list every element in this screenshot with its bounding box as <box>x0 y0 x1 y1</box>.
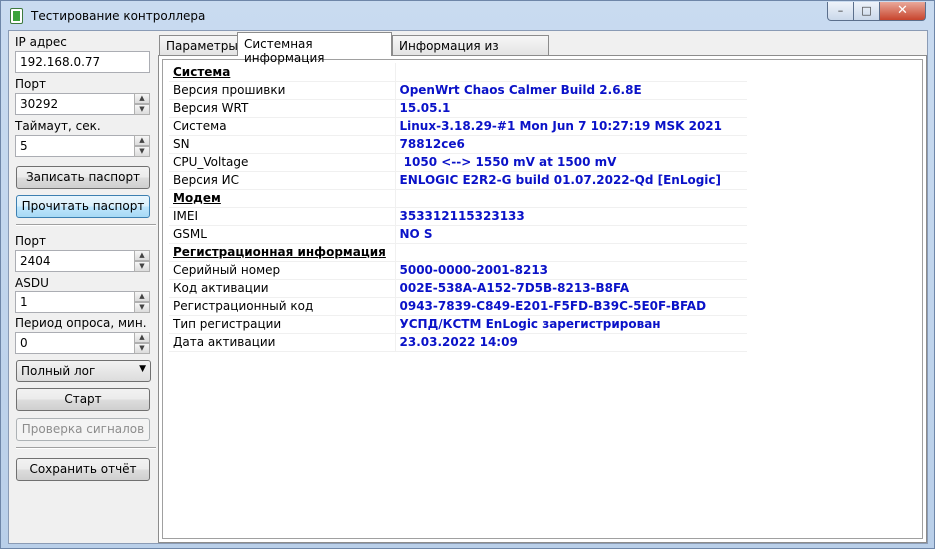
divider <box>16 224 156 226</box>
asdu-stepper[interactable]: ▲ ▼ <box>134 291 150 313</box>
row-key: Система <box>169 117 396 136</box>
minimize-button[interactable]: – <box>827 2 854 21</box>
up-arrow-icon[interactable]: ▲ <box>134 332 150 343</box>
log-level-value: Полный лог <box>21 364 96 378</box>
system-info-panel: Система Версия прошивки OpenWrt Chaos Cal… <box>158 55 927 543</box>
table-row[interactable]: Код активации 002E-538A-A152-7D5B-8213-B8… <box>169 279 747 298</box>
row-key: Код активации <box>169 279 396 298</box>
row-key: SN <box>169 135 396 154</box>
section-header: Модем <box>169 189 396 208</box>
close-button[interactable]: ✕ <box>879 2 926 21</box>
ip-label: IP адрес <box>15 35 67 49</box>
client-area: IP адрес 192.168.0.77 Порт 30292 ▲ ▼ Тайм… <box>8 30 928 544</box>
app-icon <box>10 8 23 24</box>
table-row[interactable]: Версия ИС ENLOGIC E2R2-G build 01.07.2022… <box>169 171 747 190</box>
divider <box>16 447 156 449</box>
row-key: GSML <box>169 225 396 244</box>
port2-input[interactable]: 2404 <box>15 250 135 272</box>
write-passport-button[interactable]: Записать паспорт <box>16 166 150 189</box>
asdu-label: ASDU <box>15 276 49 290</box>
table-row[interactable]: Версия WRT 15.05.1 <box>169 99 747 118</box>
row-value: 002E-538A-A152-7D5B-8213-B8FA <box>395 279 747 298</box>
port2-stepper[interactable]: ▲ ▼ <box>134 250 150 272</box>
row-key: Регистрационный код <box>169 297 396 316</box>
app-window: Тестирование контроллера – □ ✕ IP адрес … <box>0 0 935 549</box>
row-key: Версия прошивки <box>169 81 396 100</box>
table-row: Регистрационная информация <box>169 243 747 262</box>
up-arrow-icon[interactable]: ▲ <box>134 93 150 104</box>
row-value: 5000-0000-2001-8213 <box>395 261 747 280</box>
row-key: Серийный номер <box>169 261 396 280</box>
row-value: NO S <box>395 225 747 244</box>
port-input[interactable]: 30292 <box>15 93 135 115</box>
table-row[interactable]: Система Linux-3.18.29-#1 Mon Jun 7 10:27:… <box>169 117 747 136</box>
down-arrow-icon[interactable]: ▼ <box>134 302 150 313</box>
row-value: 23.03.2022 14:09 <box>395 333 747 352</box>
window-title: Тестирование контроллера <box>31 9 206 23</box>
save-report-button[interactable]: Сохранить отчёт <box>16 458 150 481</box>
port-label: Порт <box>15 77 46 91</box>
start-button[interactable]: Старт <box>16 388 150 411</box>
row-value: Linux-3.18.29-#1 Mon Jun 7 10:27:19 MSK … <box>395 117 747 136</box>
table-row[interactable]: SN 78812ce6 <box>169 135 747 154</box>
table-row[interactable]: Версия прошивки OpenWrt Chaos Calmer Buil… <box>169 81 747 100</box>
title-bar[interactable]: Тестирование контроллера – □ ✕ <box>1 1 934 31</box>
port2-label: Порт <box>15 234 46 248</box>
row-key: CPU_Voltage <box>169 153 396 172</box>
row-key: Тип регистрации <box>169 315 396 334</box>
ip-input[interactable]: 192.168.0.77 <box>15 51 150 73</box>
tab-passport-info[interactable]: Информация из паспорта <box>392 35 549 67</box>
check-signals-button[interactable]: Проверка сигналов <box>16 418 150 441</box>
row-value: 353312115323133 <box>395 207 747 226</box>
tab-system-info[interactable]: Системная информация <box>237 32 392 65</box>
chevron-down-icon[interactable]: ▼ <box>139 364 146 374</box>
period-label: Период опроса, мин. <box>15 316 147 330</box>
up-arrow-icon[interactable]: ▲ <box>134 291 150 302</box>
timeout-input[interactable]: 5 <box>15 135 135 157</box>
row-value: 15.05.1 <box>395 99 747 118</box>
row-value: 78812ce6 <box>395 135 747 154</box>
table-row[interactable]: Серийный номер 5000-0000-2001-8213 <box>169 261 747 280</box>
info-table: Система Версия прошивки OpenWrt Chaos Cal… <box>169 63 747 352</box>
row-value: 1050 <--> 1550 mV at 1500 mV <box>395 153 747 172</box>
row-value: 0943-7839-C849-E201-F5FD-B39C-5E0F-BFAD <box>395 297 747 316</box>
up-arrow-icon[interactable]: ▲ <box>134 250 150 261</box>
row-value: УСПД/КСТМ EnLogic зарегистрирован <box>395 315 747 334</box>
tab-parameters[interactable]: Параметры <box>159 35 238 56</box>
down-arrow-icon[interactable]: ▼ <box>134 104 150 115</box>
table-row[interactable]: Регистрационный код 0943-7839-C849-E201-F… <box>169 297 747 316</box>
period-stepper[interactable]: ▲ ▼ <box>134 332 150 354</box>
table-row[interactable]: Тип регистрации УСПД/КСТМ EnLogic зарегис… <box>169 315 747 334</box>
section-header: Регистрационная информация <box>169 243 396 262</box>
down-arrow-icon[interactable]: ▼ <box>134 146 150 157</box>
table-row: Модем <box>169 189 747 208</box>
row-key: IMEI <box>169 207 396 226</box>
asdu-input[interactable]: 1 <box>15 291 135 313</box>
maximize-button[interactable]: □ <box>853 2 880 21</box>
section-header: Система <box>169 63 396 82</box>
table-row[interactable]: GSML NO S <box>169 225 747 244</box>
read-passport-button[interactable]: Прочитать паспорт <box>16 195 150 218</box>
table-row[interactable]: IMEI 353312115323133 <box>169 207 747 226</box>
log-level-select[interactable]: Полный лог ▼ <box>16 360 151 382</box>
row-key: Версия ИС <box>169 171 396 190</box>
table-row: Система <box>169 63 747 82</box>
row-key: Дата активации <box>169 333 396 352</box>
down-arrow-icon[interactable]: ▼ <box>134 261 150 272</box>
table-row[interactable]: CPU_Voltage 1050 <--> 1550 mV at 1500 mV <box>169 153 747 172</box>
period-input[interactable]: 0 <box>15 332 135 354</box>
timeout-label: Таймаут, сек. <box>15 119 101 133</box>
up-arrow-icon[interactable]: ▲ <box>134 135 150 146</box>
timeout-stepper[interactable]: ▲ ▼ <box>134 135 150 157</box>
info-grid: Система Версия прошивки OpenWrt Chaos Cal… <box>162 59 923 539</box>
port-stepper[interactable]: ▲ ▼ <box>134 93 150 115</box>
table-row[interactable]: Дата активации 23.03.2022 14:09 <box>169 333 747 352</box>
down-arrow-icon[interactable]: ▼ <box>134 343 150 354</box>
row-value: OpenWrt Chaos Calmer Build 2.6.8E <box>395 81 747 100</box>
row-value: ENLOGIC E2R2-G build 01.07.2022-Qd [EnLo… <box>395 171 747 190</box>
row-key: Версия WRT <box>169 99 396 118</box>
